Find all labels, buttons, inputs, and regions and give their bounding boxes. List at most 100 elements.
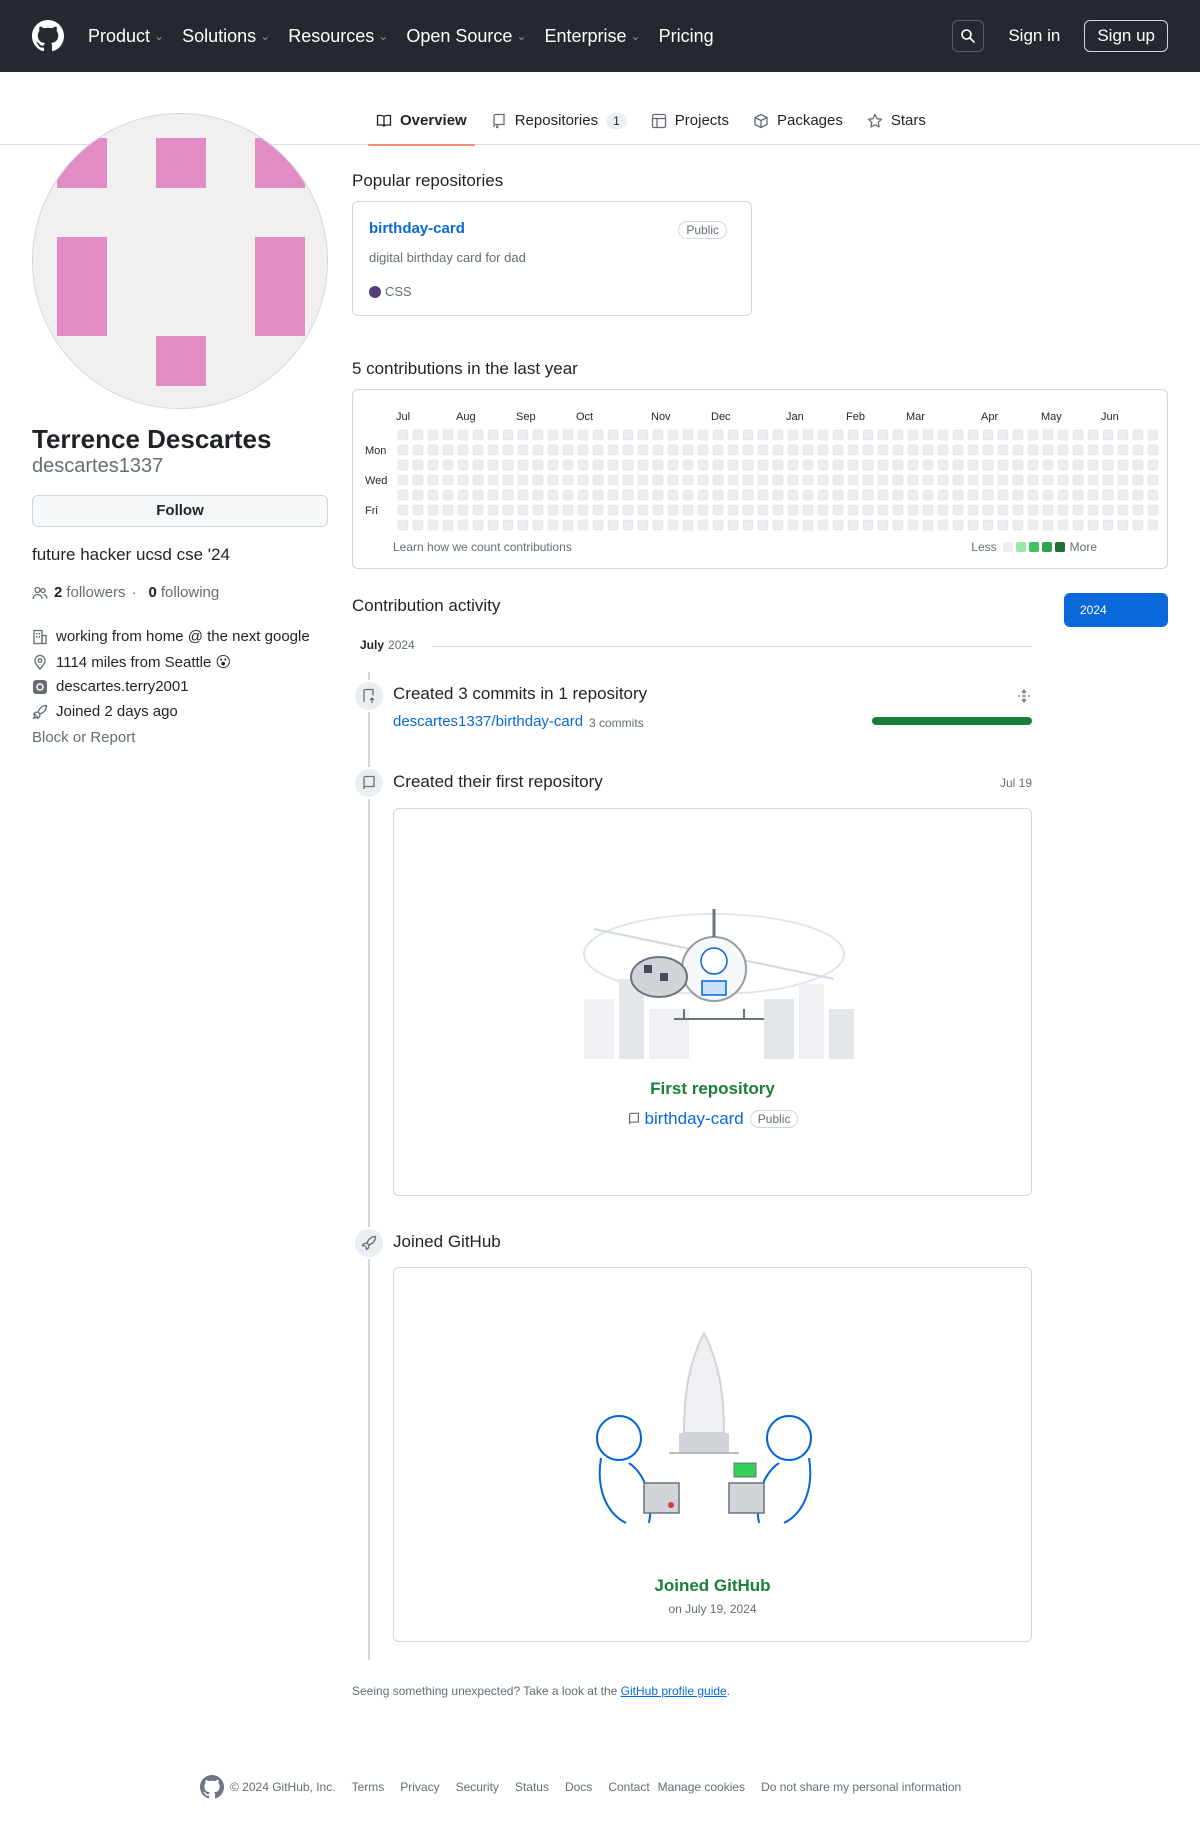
contribution-day[interactable] <box>472 504 484 516</box>
contribution-day[interactable] <box>757 459 769 471</box>
contribution-day[interactable] <box>412 429 424 441</box>
nav-pricing[interactable]: Pricing <box>659 26 714 47</box>
contribution-day[interactable] <box>457 519 469 531</box>
contribution-day[interactable] <box>952 474 964 486</box>
contribution-day[interactable] <box>1147 489 1159 501</box>
commits-repo-link[interactable]: descartes1337/birthday-card <box>393 713 583 730</box>
contribution-day[interactable] <box>682 459 694 471</box>
following-link[interactable]: 0 following <box>143 584 220 601</box>
contribution-day[interactable] <box>652 474 664 486</box>
contribution-day[interactable] <box>622 444 634 456</box>
contribution-day[interactable] <box>847 444 859 456</box>
tab-packages[interactable]: Packages <box>745 96 851 145</box>
contribution-day[interactable] <box>577 429 589 441</box>
contribution-day[interactable] <box>697 504 709 516</box>
contribution-day[interactable] <box>787 444 799 456</box>
contribution-day[interactable] <box>757 474 769 486</box>
tab-repositories[interactable]: Repositories 1 <box>483 96 635 145</box>
contribution-day[interactable] <box>952 504 964 516</box>
contribution-day[interactable] <box>1057 519 1069 531</box>
contribution-day[interactable] <box>457 429 469 441</box>
contribution-day[interactable] <box>637 474 649 486</box>
contribution-day[interactable] <box>667 504 679 516</box>
contribution-day[interactable] <box>967 444 979 456</box>
contribution-day[interactable] <box>577 504 589 516</box>
contribution-day[interactable] <box>967 489 979 501</box>
contribution-day[interactable] <box>892 444 904 456</box>
contribution-day[interactable] <box>697 474 709 486</box>
contribution-day[interactable] <box>1012 444 1024 456</box>
contribution-day[interactable] <box>997 459 1009 471</box>
contribution-day[interactable] <box>1012 429 1024 441</box>
contribution-day[interactable] <box>892 489 904 501</box>
contribution-day[interactable] <box>472 459 484 471</box>
contribution-day[interactable] <box>997 474 1009 486</box>
contribution-day[interactable] <box>952 459 964 471</box>
contribution-day[interactable] <box>427 489 439 501</box>
contribution-day[interactable] <box>1102 459 1114 471</box>
contribution-day[interactable] <box>562 474 574 486</box>
footer-link-docs[interactable]: Docs <box>565 1780 592 1794</box>
contribution-day[interactable] <box>1117 504 1129 516</box>
contribution-day[interactable] <box>412 459 424 471</box>
contribution-day[interactable] <box>742 504 754 516</box>
footer-link-terms[interactable]: Terms <box>352 1780 385 1794</box>
contribution-day[interactable] <box>562 444 574 456</box>
contribution-day[interactable] <box>547 519 559 531</box>
fold-icon[interactable] <box>1016 688 1032 704</box>
contribution-day[interactable] <box>862 429 874 441</box>
contribution-day[interactable] <box>1072 459 1084 471</box>
contribution-day[interactable] <box>967 504 979 516</box>
contribution-day[interactable] <box>442 489 454 501</box>
contribution-day[interactable] <box>997 519 1009 531</box>
contribution-day[interactable] <box>922 519 934 531</box>
contribution-day[interactable] <box>637 444 649 456</box>
contribution-day[interactable] <box>667 444 679 456</box>
contribution-day[interactable] <box>457 444 469 456</box>
contribution-day[interactable] <box>772 519 784 531</box>
contribution-day[interactable] <box>982 504 994 516</box>
contribution-day[interactable] <box>487 504 499 516</box>
contribution-day[interactable] <box>967 459 979 471</box>
repo-link[interactable]: birthday-card <box>369 220 465 237</box>
footer-link-privacy[interactable]: Privacy <box>400 1780 439 1794</box>
contribution-day[interactable] <box>637 429 649 441</box>
contribution-day[interactable] <box>1132 444 1144 456</box>
contribution-day[interactable] <box>727 504 739 516</box>
contribution-day[interactable] <box>517 519 529 531</box>
contribution-day[interactable] <box>592 429 604 441</box>
contribution-day[interactable] <box>487 459 499 471</box>
contribution-day[interactable] <box>1102 489 1114 501</box>
contribution-day[interactable] <box>907 474 919 486</box>
nav-enterprise[interactable]: Enterprise ⌄ <box>544 26 640 47</box>
contribution-day[interactable] <box>517 429 529 441</box>
contribution-day[interactable] <box>532 459 544 471</box>
contribution-day[interactable] <box>562 489 574 501</box>
contribution-day[interactable] <box>1117 459 1129 471</box>
contribution-day[interactable] <box>1072 444 1084 456</box>
contribution-day[interactable] <box>1027 474 1039 486</box>
footer-link-contact[interactable]: Contact <box>608 1780 649 1794</box>
contribution-day[interactable] <box>847 429 859 441</box>
contribution-day[interactable] <box>742 489 754 501</box>
contribution-day[interactable] <box>502 459 514 471</box>
contribution-day[interactable] <box>1117 489 1129 501</box>
contribution-day[interactable] <box>907 429 919 441</box>
contribution-day[interactable] <box>907 519 919 531</box>
contribution-day[interactable] <box>757 504 769 516</box>
contribution-day[interactable] <box>1147 519 1159 531</box>
contribution-day[interactable] <box>412 444 424 456</box>
contribution-day[interactable] <box>1087 459 1099 471</box>
contribution-day[interactable] <box>652 519 664 531</box>
contribution-day[interactable] <box>622 429 634 441</box>
contribution-day[interactable] <box>952 519 964 531</box>
contribution-day[interactable] <box>502 474 514 486</box>
contribution-day[interactable] <box>547 429 559 441</box>
contribution-day[interactable] <box>697 459 709 471</box>
contribution-day[interactable] <box>667 474 679 486</box>
footer-link-manage-cookies[interactable]: Manage cookies <box>658 1780 745 1794</box>
contribution-day[interactable] <box>472 444 484 456</box>
contribution-day[interactable] <box>517 459 529 471</box>
contribution-day[interactable] <box>862 504 874 516</box>
contribution-day[interactable] <box>862 489 874 501</box>
